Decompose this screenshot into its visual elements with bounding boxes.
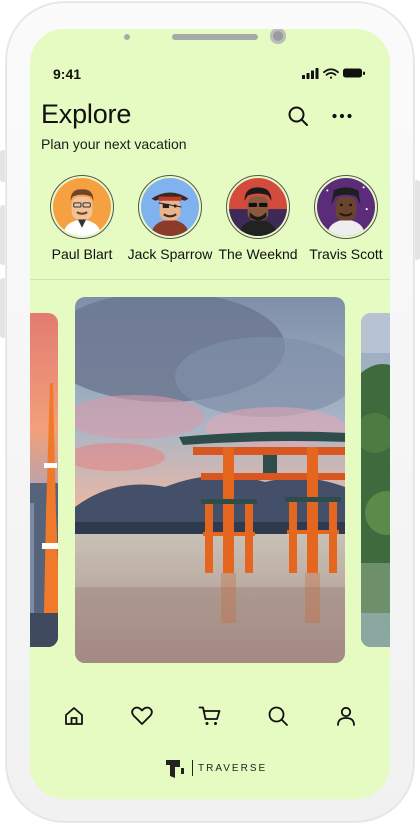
search-icon [288,106,308,126]
brand-name: TRAVERSE [198,762,268,774]
story-ring [226,175,290,239]
story-paul-blart[interactable]: Paul Blart [34,175,130,262]
avatar [141,178,199,236]
story-ring [50,175,114,239]
heart-icon [131,706,153,725]
home-icon [65,707,83,725]
front-camera [270,29,286,44]
nav-search[interactable] [263,701,293,731]
bottom-nav [30,701,390,731]
story-ring [314,175,378,239]
avatar [317,178,375,236]
status-icons [302,68,365,79]
story-name: The Weeknd [218,246,298,262]
story-ring [138,175,202,239]
destination-image [361,313,390,647]
status-time: 9:41 [53,66,82,82]
destination-card-garden[interactable] [361,313,390,647]
stories-row: Paul Blart Jack Sparrow The Weeknd Travi… [30,175,390,275]
nav-home[interactable] [59,701,89,731]
destination-image [30,313,58,647]
search-button[interactable] [285,103,311,129]
search-icon [268,706,288,726]
story-name: Paul Blart [51,246,113,262]
divider [30,279,390,280]
destination-card-tokyo-tower[interactable] [30,313,58,647]
traverse-logo-icon [166,760,184,778]
nav-profile[interactable] [331,701,361,731]
speaker-dot [124,34,130,40]
battery-icon [343,68,365,78]
power-button [414,180,420,260]
nav-favorites[interactable] [127,701,157,731]
story-travis-scott[interactable]: Travis Scott [298,175,390,262]
more-icon [332,113,352,119]
story-jack-sparrow[interactable]: Jack Sparrow [122,175,218,262]
destination-card-torii-gate[interactable] [75,297,345,663]
brand-logo: TRAVERSE [164,756,267,780]
story-name: Jack Sparrow [127,246,213,262]
avatar [53,178,111,236]
app-screen: 9:41 Explore Plan your next vacation Pau… [30,29,390,799]
profile-icon [337,706,355,726]
phone-mockup: 9:41 Explore Plan your next vacation Pau… [0,0,420,829]
page-subtitle: Plan your next vacation [41,136,187,152]
story-the-weeknd[interactable]: The Weeknd [210,175,306,262]
cart-icon [198,706,221,725]
cellular-icon [302,68,319,79]
avatar [229,178,287,236]
more-options-button[interactable] [329,103,355,129]
wifi-icon [323,68,339,79]
speaker-grille [172,34,258,40]
destination-image [75,297,345,663]
brand-divider [192,760,193,776]
page-title: Explore [41,99,132,129]
story-name: Travis Scott [309,246,383,262]
nav-cart[interactable] [195,701,225,731]
